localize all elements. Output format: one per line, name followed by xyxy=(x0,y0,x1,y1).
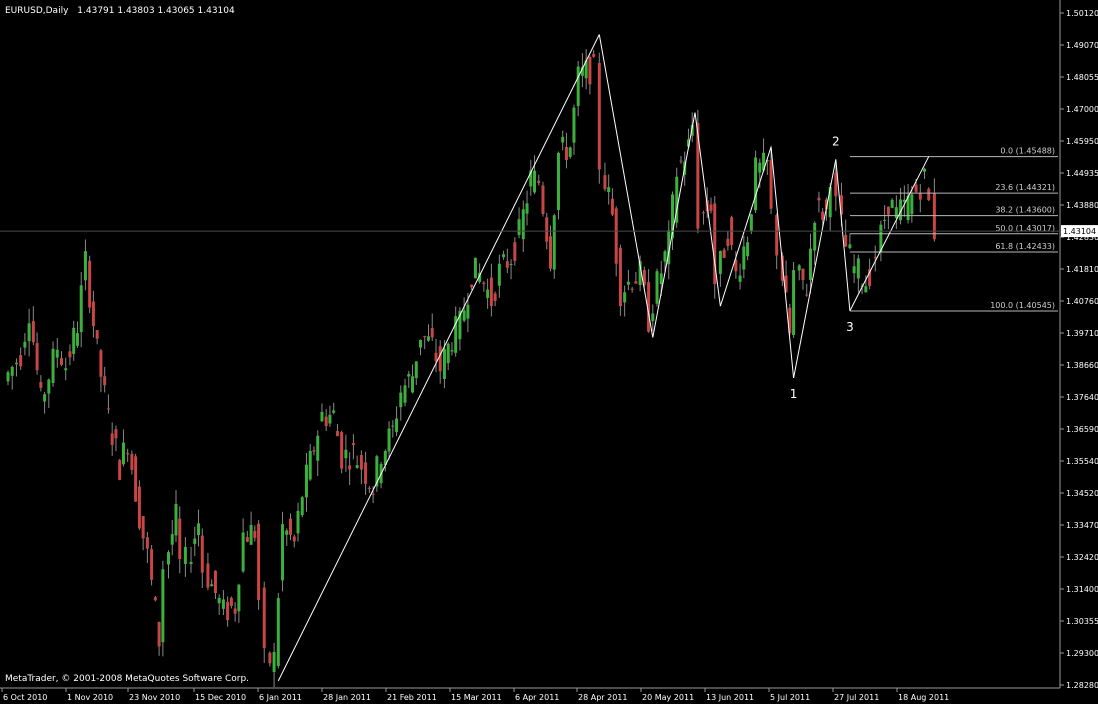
candle xyxy=(137,480,141,531)
candle xyxy=(556,151,560,220)
candle xyxy=(618,244,622,316)
price-tick-label: 1.35540 xyxy=(1066,457,1098,466)
candle xyxy=(552,213,556,279)
candle xyxy=(473,257,477,279)
candle xyxy=(276,593,280,669)
ohlc-values: 1.43791 1.43803 1.43065 1.43104 xyxy=(77,6,235,16)
time-tick-label: 5 Jul 2011 xyxy=(770,693,810,702)
price-tick-label: 1.45950 xyxy=(1066,137,1098,146)
price-tick-label: 1.38660 xyxy=(1066,361,1098,370)
time-tick-label: 15 Dec 2010 xyxy=(195,693,246,702)
price-tick-label: 1.28280 xyxy=(1066,681,1098,690)
candle xyxy=(713,196,717,299)
time-tick-label: 18 Aug 2011 xyxy=(898,693,949,702)
candle xyxy=(134,453,138,502)
price-tick-label: 1.43880 xyxy=(1066,201,1098,210)
current-price-label: 1.43104 xyxy=(1063,227,1096,236)
symbol-label: EURUSD,Daily xyxy=(5,6,69,16)
price-tick-label: 1.47000 xyxy=(1066,105,1098,114)
price-tick-label: 1.30355 xyxy=(1066,617,1098,626)
candle xyxy=(927,187,931,202)
chart-header: EURUSD,Daily 1.43791 1.43803 1.43065 1.4… xyxy=(5,6,235,16)
time-tick-label: 20 May 2011 xyxy=(642,693,694,702)
fib-level-label: 38.2 (1.43600) xyxy=(995,206,1055,215)
price-tick-label: 1.40760 xyxy=(1066,297,1098,306)
price-tick-label: 1.39710 xyxy=(1066,329,1098,338)
candle xyxy=(655,268,659,307)
time-tick-label: 6 Oct 2010 xyxy=(3,693,47,702)
fib-level-label: 0.0 (1.45488) xyxy=(1000,147,1055,156)
time-tick-label: 1 Nov 2010 xyxy=(67,693,113,702)
time-tick-label: 28 Apr 2011 xyxy=(578,693,627,702)
price-tick-label: 1.49070 xyxy=(1066,41,1098,50)
price-tick-label: 1.34520 xyxy=(1066,489,1098,498)
price-tick-label: 1.29300 xyxy=(1066,649,1098,658)
time-tick-label: 15 Mar 2011 xyxy=(451,693,502,702)
price-tick-label: 1.48055 xyxy=(1066,73,1098,82)
price-tick-label: 1.44935 xyxy=(1066,169,1098,178)
chart-background xyxy=(0,0,1098,704)
wave-label-2: 2 xyxy=(832,134,840,148)
candle xyxy=(161,560,165,657)
time-tick-label: 23 Nov 2010 xyxy=(129,693,180,702)
candle xyxy=(150,545,154,586)
price-chart[interactable]: 0.0 (1.45488) 23.6 (1.44321) 38.2 (1.43600… xyxy=(0,0,1098,704)
candle xyxy=(88,255,92,314)
wave-label-1: 1 xyxy=(790,387,798,401)
candle xyxy=(730,215,734,251)
price-tick-label: 1.33470 xyxy=(1066,521,1098,530)
candle xyxy=(792,261,796,338)
time-tick-label: 27 Jul 2011 xyxy=(834,693,879,702)
price-tick-label: 1.37640 xyxy=(1066,393,1098,402)
price-tick-label: 1.31400 xyxy=(1066,585,1098,594)
fib-level-label: 23.6 (1.44321) xyxy=(995,183,1055,192)
candle xyxy=(257,520,261,610)
time-tick-label: 6 Jan 2011 xyxy=(259,693,302,702)
candle xyxy=(754,150,758,213)
candle xyxy=(340,430,344,474)
copyright-text: MetaTrader, © 2001-2008 MetaQuotes Softw… xyxy=(5,674,249,684)
fib-level-label: 100.0 (1.40545) xyxy=(990,301,1055,310)
candle xyxy=(118,458,122,481)
fib-level-label: 61.8 (1.42433) xyxy=(995,242,1055,251)
candle xyxy=(375,454,379,492)
price-tick-label: 1.50120 xyxy=(1066,9,1098,18)
time-tick-label: 6 Apr 2011 xyxy=(515,693,559,702)
wave-label-3: 3 xyxy=(846,320,854,334)
candle xyxy=(300,495,304,518)
price-tick-label: 1.32420 xyxy=(1066,553,1098,562)
time-tick-label: 28 Jan 2011 xyxy=(323,693,371,702)
price-tick-label: 1.41810 xyxy=(1066,265,1098,274)
time-tick-label: 21 Feb 2011 xyxy=(387,693,437,702)
candle xyxy=(597,52,601,184)
price-tick-label: 1.36590 xyxy=(1066,425,1098,434)
candle xyxy=(541,181,545,217)
time-tick-label: 13 Jun 2011 xyxy=(706,693,754,702)
